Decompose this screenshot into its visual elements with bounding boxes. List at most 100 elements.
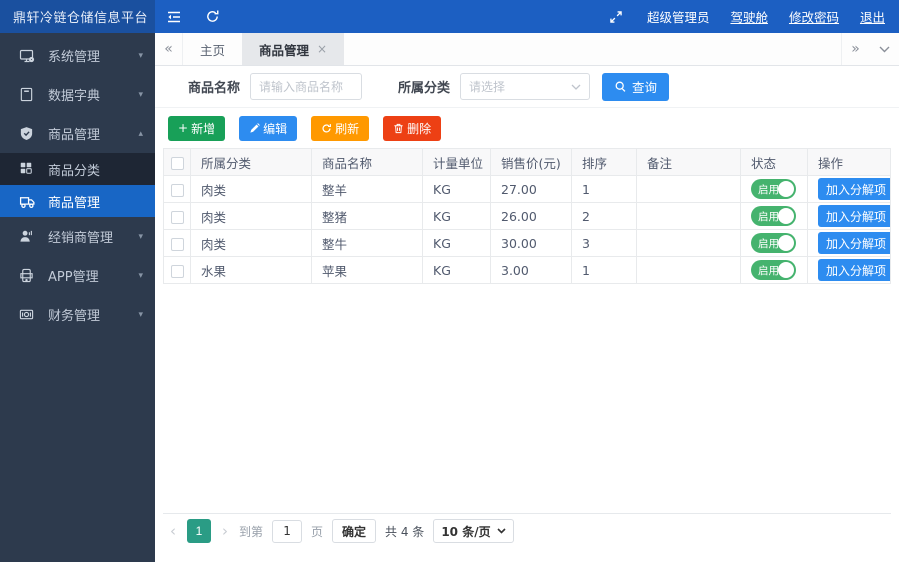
refresh-button[interactable]: 刷新 [311,115,370,141]
delete-button[interactable]: 删除 [383,115,442,141]
sidebar-item-label: APP管理 [48,270,99,285]
goto-page-input[interactable] [272,519,303,543]
cell-price: 3.00 [490,256,572,284]
cell-price: 26.00 [490,202,572,230]
add-button[interactable]: + 新增 [168,115,226,141]
shield-icon [19,126,35,142]
tabs-scroll-right-icon[interactable]: » [841,33,869,65]
prev-page-icon[interactable]: ‹ [168,522,178,540]
category-select[interactable]: 请选择 [460,73,591,100]
plus-icon: + [178,121,189,135]
total-count-label: 共 4 条 [385,524,425,539]
sidebar-item-label: 财务管理 [48,309,101,324]
cell-price: 30.00 [490,229,572,257]
main-panel: « 主页 商品管理 × » 商品名称 所属分类 请选择 [155,33,899,562]
row-checkbox[interactable] [170,264,184,278]
close-icon[interactable]: × [317,42,327,56]
search-icon [615,81,626,92]
status-toggle[interactable]: 启用 [751,206,796,226]
fullscreen-icon[interactable] [606,10,626,24]
add-button-label: 新增 [191,121,216,136]
chevron-down-icon: ▾ [138,50,143,61]
status-toggle[interactable]: 启用 [751,233,796,253]
chevron-down-icon [571,84,581,90]
cell-remark [636,229,741,257]
cell-category: 肉类 [190,175,312,203]
query-button[interactable]: 查询 [602,72,670,101]
goto-confirm-button[interactable]: 确定 [332,519,377,543]
add-to-breakdown-button[interactable]: 加入分解项 [818,232,890,254]
cell-remark [636,256,741,284]
sidebar-item-data-dictionary[interactable]: 数据字典 ▾ [0,75,155,114]
edit-button[interactable]: 编辑 [239,115,298,141]
monitor-gear-icon [19,48,35,64]
sidebar-subitem-product-manage[interactable]: 商品管理 [0,185,155,217]
page-1-button[interactable]: 1 [187,519,211,543]
cell-order: 3 [571,229,637,257]
col-action: 操作 [807,148,891,176]
sidebar-item-label: 商品管理 [48,128,101,143]
row-checkbox[interactable] [170,210,184,224]
col-status: 状态 [740,148,808,176]
truck-gear-icon [19,193,36,210]
topbar-right: 超级管理员 驾驶舱 修改密码 退出 [606,0,899,33]
page-size-select[interactable]: 10 条/页 [433,519,514,543]
link-change-password[interactable]: 修改密码 [789,7,839,26]
sidebar-item-finance-manage[interactable]: 财务管理 ▾ [0,295,155,334]
sidebar-item-system-manage[interactable]: 系统管理 ▾ [0,36,155,75]
cell-order: 2 [571,202,637,230]
sidebar-subitem-label: 商品分类 [48,163,101,179]
product-name-label: 商品名称 [188,81,241,96]
tabbar: « 主页 商品管理 × » [155,33,899,66]
add-to-breakdown-button[interactable]: 加入分解项 [818,259,890,281]
cell-unit: KG [422,229,491,257]
category-select-value: 请选择 [469,80,506,94]
row-checkbox[interactable] [170,183,184,197]
status-toggle[interactable]: 启用 [751,179,796,199]
col-price: 销售价(元) [490,148,572,176]
tabs-scroll-left-icon[interactable]: « [155,33,183,65]
select-all-checkbox[interactable] [170,156,184,170]
sidebar: 系统管理 ▾ 数据字典 ▾ 商品管理 ▴ 商品分类 商品管理 经销商管理 ▾ A… [0,33,155,562]
cell-product-name: 整猪 [311,202,423,230]
cell-category: 肉类 [190,229,312,257]
status-toggle[interactable]: 启用 [751,260,796,280]
chevron-down-icon: ▾ [138,231,143,242]
product-manage-submenu: 商品分类 商品管理 [0,153,155,217]
grid-icon [19,161,36,178]
sidebar-item-app-manage[interactable]: APP管理 ▾ [0,256,155,295]
refresh-icon[interactable] [193,0,231,33]
product-name-input[interactable] [250,73,363,100]
col-order: 排序 [571,148,637,176]
brand-title: 鼎轩冷链仓储信息平台 [0,0,155,33]
cell-product-name: 整牛 [311,229,423,257]
sidebar-item-label: 数据字典 [48,89,101,104]
link-cockpit[interactable]: 驾驶舱 [730,7,768,26]
edit-button-label: 编辑 [263,121,288,136]
collapse-sidebar-icon[interactable] [155,0,193,33]
next-page-icon[interactable]: › [220,522,230,540]
refresh-icon [322,123,332,133]
toggle-knob [778,181,794,197]
chevron-down-icon: ▾ [138,89,143,100]
col-remark: 备注 [636,148,741,176]
sidebar-subitem-product-category[interactable]: 商品分类 [0,153,155,185]
table-row: 肉类 整羊 KG 27.00 1 启用 加入分解项 [163,175,891,203]
add-to-breakdown-button[interactable]: 加入分解项 [818,205,890,227]
add-to-breakdown-button[interactable]: 加入分解项 [818,178,890,200]
row-checkbox[interactable] [170,237,184,251]
tab-product-manage[interactable]: 商品管理 × [242,33,345,65]
link-logout[interactable]: 退出 [860,7,885,26]
cell-remark [636,202,741,230]
toolbar: + 新增 编辑 刷新 删除 [155,108,899,148]
sidebar-item-product-manage[interactable]: 商品管理 ▴ [0,114,155,153]
sidebar-item-label: 系统管理 [48,50,101,65]
tab-home[interactable]: 主页 [183,33,242,65]
chevron-down-icon: ▾ [138,270,143,281]
user-chart-icon [19,229,35,245]
sidebar-item-distributor-manage[interactable]: 经销商管理 ▾ [0,217,155,256]
cell-unit: KG [422,202,491,230]
data-grid: 所属分类 商品名称 计量单位 销售价(元) 排序 备注 状态 操作 肉类 整羊 [163,148,891,514]
tabs-menu-chevron-icon[interactable] [869,33,899,65]
page-size-value: 10 条/页 [441,524,491,539]
